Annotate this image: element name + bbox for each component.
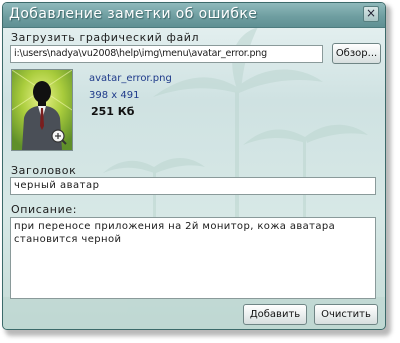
upload-label: Загрузить графический файл: [11, 31, 200, 44]
close-icon: ×: [365, 6, 377, 20]
browse-button[interactable]: Обзор...: [332, 43, 381, 64]
close-button[interactable]: ×: [363, 6, 379, 22]
image-filename: avatar_error.png: [89, 73, 172, 84]
description-textarea[interactable]: при переносе приложения на 2й монитор, к…: [10, 217, 376, 299]
add-button[interactable]: Добавить: [243, 304, 307, 325]
heading-label: Заголовок: [11, 164, 77, 177]
file-path-field[interactable]: i:\users\nadya\vu2008\help\img\menu\avat…: [10, 45, 323, 63]
note-dialog: Добавление заметки об ошибке × Загрузить…: [2, 2, 386, 330]
image-size: 251 Кб: [91, 105, 135, 118]
window-title: Добавление заметки об ошибке: [9, 6, 258, 22]
image-dimensions: 398 x 491: [89, 90, 140, 101]
avatar-thumbnail[interactable]: [11, 69, 73, 151]
clear-button[interactable]: Очистить: [314, 304, 378, 325]
title-bar: Добавление заметки об ошибке ×: [3, 3, 385, 28]
description-label: Описание:: [11, 203, 78, 216]
heading-input[interactable]: черный аватар: [10, 177, 376, 195]
magnifier-plus-icon[interactable]: [50, 128, 68, 146]
